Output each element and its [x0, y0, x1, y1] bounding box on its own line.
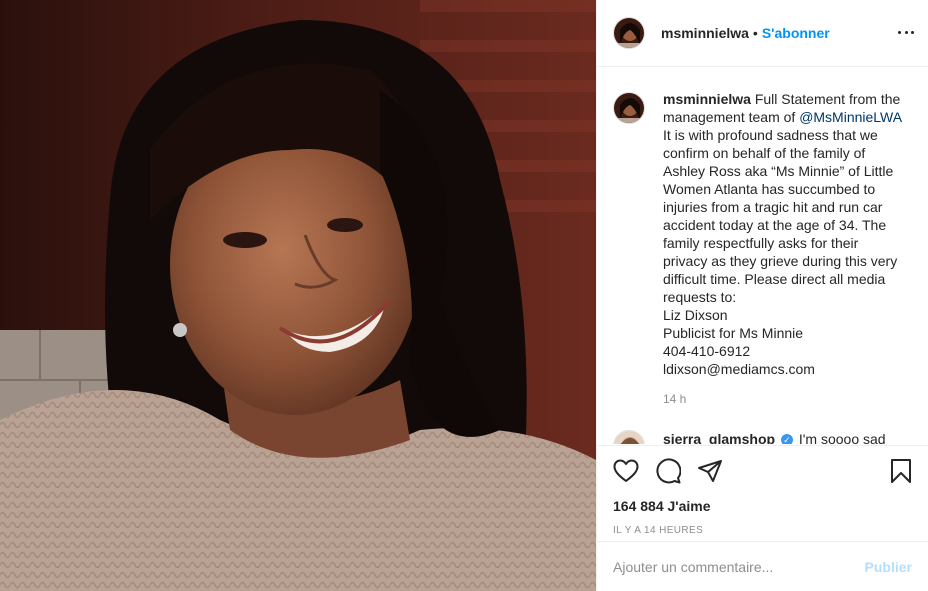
caption-line: injuries from a tragic hit and run car: [663, 199, 883, 215]
caption-line: confirm on behalf of the family of: [663, 145, 866, 161]
caption-line: Women Atlanta has succumbed to: [663, 181, 876, 197]
post-photo[interactable]: [0, 0, 596, 591]
comments-list[interactable]: msminnielwa Full Statement from the mana…: [597, 68, 928, 444]
post-side-panel: msminnielwa • S'abonner msminnielwa Full…: [596, 0, 928, 591]
more-options-icon[interactable]: [898, 22, 914, 42]
caption-line: family respectfully asks for their: [663, 235, 859, 251]
caption-timestamp[interactable]: 14 h: [663, 392, 912, 406]
caption-line: requests to:: [663, 289, 737, 305]
caption-line: Liz Dixson: [663, 307, 728, 323]
comment-input[interactable]: [613, 558, 865, 575]
caption-avatar[interactable]: [613, 92, 645, 124]
caption-line: privacy as they grieve during this very: [663, 253, 898, 269]
post-date[interactable]: IL Y A 14 HEURES: [613, 525, 912, 536]
commenter-avatar[interactable]: [613, 430, 645, 444]
caption-line: Publicist for Ms Minnie: [663, 325, 804, 341]
commenter-username[interactable]: sierra_glamshop: [663, 431, 775, 444]
caption-line: difficult time. Please direct all media: [663, 271, 886, 287]
post-header: msminnielwa • S'abonner: [597, 0, 928, 67]
author-avatar[interactable]: [613, 17, 645, 49]
caption-line: 404-410-6912: [663, 343, 751, 359]
add-comment-bar: Publier: [597, 541, 928, 591]
comment-icon[interactable]: [655, 457, 682, 487]
comment-item: sierra_glamshop ✓ I'm soooo sad: [613, 430, 912, 444]
follow-button[interactable]: S'abonner: [762, 25, 830, 41]
paper-plane-icon[interactable]: [697, 459, 723, 486]
bookmark-icon[interactable]: [890, 458, 912, 487]
author-username[interactable]: msminnielwa: [661, 25, 749, 41]
caption-line: ldixson@mediamcs.com: [663, 361, 815, 377]
separator-dot: •: [752, 25, 758, 41]
caption-username[interactable]: msminnielwa: [663, 91, 751, 107]
portrait-image: [0, 0, 596, 591]
instagram-post-view: msminnielwa • S'abonner msminnielwa Full…: [0, 0, 928, 591]
likes-count[interactable]: 164 884 J'aime: [613, 498, 912, 514]
comment-text: I'm soooo sad: [798, 431, 886, 444]
post-actions: 164 884 J'aime IL Y A 14 HEURES: [597, 445, 928, 541]
post-comment-button[interactable]: Publier: [865, 559, 912, 575]
caption-line: accident today at the age of 34. The: [663, 217, 887, 233]
verified-badge-icon: ✓: [780, 434, 793, 444]
caption-line: Ashley Ross aka “Ms Minnie” of Little: [663, 163, 894, 179]
caption: msminnielwa Full Statement from the mana…: [613, 90, 912, 378]
heart-icon[interactable]: [613, 459, 639, 486]
caption-line: Full Statement from the: [754, 91, 901, 107]
caption-line: management team of: [663, 109, 796, 125]
caption-text: msminnielwa Full Statement from the mana…: [663, 90, 912, 378]
mention-link[interactable]: @MsMinnieLWA: [799, 109, 902, 125]
caption-line: It is with profound sadness that we: [663, 127, 878, 143]
